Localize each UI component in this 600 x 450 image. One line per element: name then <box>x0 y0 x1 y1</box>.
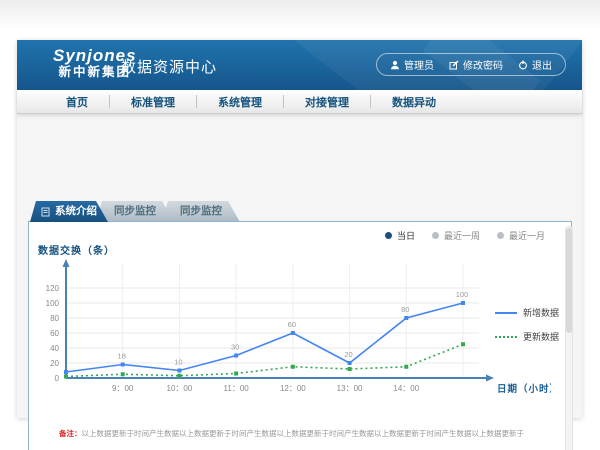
svg-text:10：00: 10：00 <box>167 384 193 393</box>
nav-item-4[interactable]: 对接管理 <box>284 94 370 110</box>
nav-item-3[interactable]: 系统管理 <box>197 94 283 110</box>
panel-scrollbar[interactable] <box>565 226 573 450</box>
legend-item-1[interactable]: 新增数据 <box>495 306 559 319</box>
nav-bar: 首页标准管理系统管理对接管理数据异动 <box>17 90 582 114</box>
svg-text:14：00: 14：00 <box>393 384 419 393</box>
svg-text:100: 100 <box>46 299 60 308</box>
chart-series-legend: 新增数据更新数据 <box>495 306 559 343</box>
user-icon <box>390 60 400 70</box>
svg-text:30: 30 <box>231 343 239 352</box>
admin-user-label: 管理员 <box>404 57 434 72</box>
app-window: Synjones 新中新集团 数据资源中心 管理员 修改密 <box>17 40 582 418</box>
svg-text:0: 0 <box>55 374 60 383</box>
edit-icon <box>449 60 459 70</box>
data-exchange-line-chart: 0 20 40 60 80 100 120 9：00 10：00 11：00 12：00 13：00 1… <box>31 234 551 404</box>
svg-text:60: 60 <box>50 329 59 338</box>
legend-label: 新增数据 <box>523 306 559 319</box>
footnote-text: 以上数据更新于时间产生数据以上数据更新于时间产生数据以上数据更新于时间产生数据以… <box>82 429 525 438</box>
svg-text:100: 100 <box>456 290 469 299</box>
svg-text:60: 60 <box>288 320 296 329</box>
change-password-label: 修改密码 <box>463 57 503 72</box>
svg-text:20: 20 <box>344 350 352 359</box>
svg-text:12：00: 12：00 <box>280 384 306 393</box>
svg-text:10: 10 <box>174 358 182 367</box>
legend-label: 更新数据 <box>523 330 559 343</box>
logout-label: 退出 <box>532 57 552 72</box>
chart-y-axis-title: 数据交换（条） <box>38 242 115 257</box>
svg-text:11：00: 11：00 <box>224 384 250 393</box>
logout-button[interactable]: 退出 <box>518 57 552 72</box>
svg-text:13：00: 13：00 <box>337 384 363 393</box>
svg-text:40: 40 <box>50 344 59 353</box>
nav-item-1[interactable]: 首页 <box>45 94 109 110</box>
document-icon <box>41 207 50 217</box>
user-menu: 管理员 修改密码 退出 <box>376 53 566 76</box>
svg-text:80: 80 <box>401 305 409 314</box>
system-intro-panel: 当日最近一周最近一月 数据交换（条） 0204060801001209：0010… <box>28 221 572 450</box>
admin-user-button[interactable]: 管理员 <box>390 57 434 72</box>
scrollbar-thumb[interactable] <box>566 228 572 333</box>
page: Synjones 新中新集团 数据资源中心 管理员 修改密 <box>0 0 600 450</box>
nav-item-5[interactable]: 数据异动 <box>371 94 457 110</box>
legend-item-2[interactable]: 更新数据 <box>495 330 559 343</box>
power-icon <box>518 60 528 70</box>
change-password-button[interactable]: 修改密码 <box>449 57 503 72</box>
nav-item-2[interactable]: 标准管理 <box>110 94 196 110</box>
legend-line-sample <box>495 336 517 338</box>
page-top-strip <box>0 0 600 30</box>
tab-3[interactable]: 同步监控 <box>162 201 240 222</box>
tab-label: 同步监控 <box>114 205 156 217</box>
svg-text:120: 120 <box>46 284 60 293</box>
tab-label: 系统介绍 <box>55 201 97 222</box>
tab-label: 同步监控 <box>180 205 222 217</box>
legend-line-sample <box>495 312 517 314</box>
footnote: 备注：以上数据更新于时间产生数据以上数据更新于时间产生数据以上数据更新于时间产生… <box>59 428 561 439</box>
svg-text:80: 80 <box>50 314 59 323</box>
page-title: 数据资源中心 <box>121 56 217 77</box>
svg-text:18: 18 <box>118 352 126 361</box>
chart-x-axis-label: 日期（小时） <box>497 383 551 395</box>
svg-text:20: 20 <box>50 359 59 368</box>
app-header: Synjones 新中新集团 数据资源中心 管理员 修改密 <box>17 40 582 90</box>
tab-1[interactable]: 系统介绍 <box>30 201 108 222</box>
svg-text:9：00: 9：00 <box>112 384 134 393</box>
content-area: 系统介绍同步监控同步监控 当日最近一周最近一月 数据交换（条） 02040608… <box>17 115 582 418</box>
tab-2[interactable]: 同步监控 <box>96 201 174 222</box>
footnote-prefix: 备注： <box>59 429 82 438</box>
